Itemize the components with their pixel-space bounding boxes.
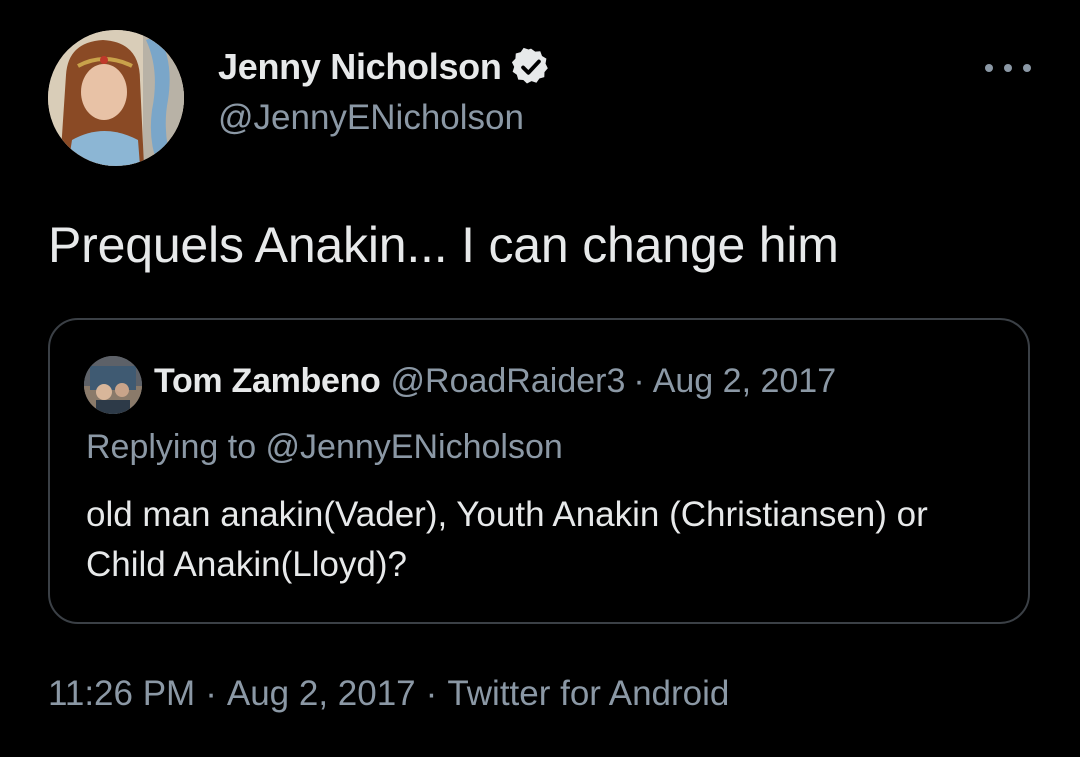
meta-separator: ·	[425, 674, 438, 713]
quoted-display-name[interactable]: Tom Zambeno	[154, 362, 381, 401]
profile-photo	[48, 30, 184, 166]
tweet-text: Prequels Anakin... I can change him	[48, 217, 839, 273]
tweet-time[interactable]: 11:26 PM	[48, 674, 195, 713]
quoted-text: old man anakin(Vader), Youth Anakin (Chr…	[86, 495, 928, 584]
quoted-header: Tom Zambeno @RoadRaider3 · Aug 2, 2017	[154, 362, 836, 401]
author-handle[interactable]: @JennyENicholson	[218, 98, 524, 138]
more-dot	[1004, 64, 1012, 72]
more-dot	[985, 64, 993, 72]
quoted-separator: ·	[633, 362, 645, 400]
quoted-date[interactable]: Aug 2, 2017	[653, 362, 836, 401]
tweet-source[interactable]: Twitter for Android	[447, 674, 729, 713]
quoted-avatar-photo	[84, 356, 142, 414]
quoted-author-avatar[interactable]	[84, 356, 142, 414]
quoted-handle[interactable]: @RoadRaider3	[391, 362, 626, 401]
more-options-icon[interactable]	[985, 56, 1031, 80]
author-avatar[interactable]	[48, 30, 184, 166]
tweet-date[interactable]: Aug 2, 2017	[227, 674, 416, 713]
author-name-row: Jenny Nicholson	[218, 44, 552, 90]
quoted-replying-to[interactable]: Replying to @JennyENicholson	[86, 428, 563, 467]
more-dot	[1023, 64, 1031, 72]
quoted-tweet-card[interactable]: Tom Zambeno @RoadRaider3 · Aug 2, 2017 R…	[48, 318, 1030, 624]
tweet-detail: Jenny Nicholson @JennyENicholson Prequel…	[0, 0, 1080, 757]
author-display-name[interactable]: Jenny Nicholson	[218, 46, 502, 88]
verified-badge-icon	[511, 47, 548, 84]
tweet-metadata: 11:26 PM · Aug 2, 2017 · Twitter for Android	[48, 674, 729, 714]
meta-separator: ·	[205, 674, 217, 713]
